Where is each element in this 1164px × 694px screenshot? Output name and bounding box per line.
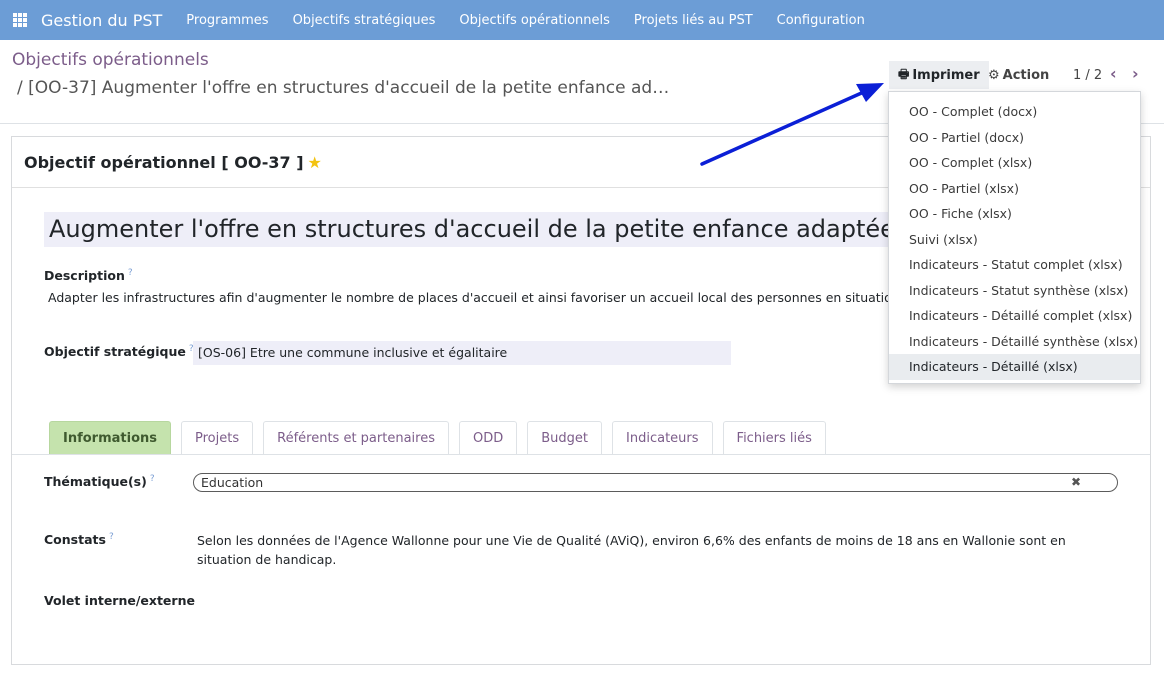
print-item-oo-partiel-docx[interactable]: OO - Partiel (docx) <box>889 125 1140 151</box>
menu-configuration[interactable]: Configuration <box>777 13 865 28</box>
apps-grid-icon[interactable] <box>13 13 27 27</box>
help-icon[interactable]: ? <box>109 532 114 542</box>
print-item-oo-complet-docx[interactable]: OO - Complet (docx) <box>889 99 1140 125</box>
sheet-title: Objectif opérationnel [ OO-37 ] ★ <box>24 153 322 172</box>
help-icon[interactable]: ? <box>150 474 155 484</box>
strategic-label: Objectif stratégique? <box>44 344 194 359</box>
action-button-label: Action <box>1002 67 1050 83</box>
star-icon[interactable]: ★ <box>308 153 322 172</box>
menu-objectifs-strategiques[interactable]: Objectifs stratégiques <box>293 13 436 28</box>
print-item-indicateurs-statut-complet[interactable]: Indicateurs - Statut complet (xlsx) <box>889 252 1140 278</box>
print-item-indicateurs-detaille-synthese[interactable]: Indicateurs - Détaillé synthèse (xlsx) <box>889 329 1140 355</box>
sheet-title-text: Objectif opérationnel [ OO-37 ] <box>24 153 304 172</box>
notebook-tabs: Informations Projets Référents et parten… <box>49 421 836 454</box>
top-navbar: Gestion du PST Programmes Objectifs stra… <box>0 0 1164 40</box>
chevron-right-icon[interactable]: › <box>1132 64 1139 83</box>
menu-programmes[interactable]: Programmes <box>186 13 268 28</box>
constats-label-text: Constats <box>44 532 106 548</box>
printer-icon: 🖶 <box>898 66 910 81</box>
tab-informations[interactable]: Informations <box>49 421 172 454</box>
thematic-label: Thématique(s)? <box>44 474 155 489</box>
constats-label: Constats? <box>44 532 114 547</box>
gear-icon: ⚙ <box>988 67 1000 83</box>
tab-indicateurs[interactable]: Indicateurs <box>612 421 713 454</box>
print-item-indicateurs-detaille-complet[interactable]: Indicateurs - Détaillé complet (xlsx) <box>889 303 1140 329</box>
print-item-indicateurs-detaille[interactable]: Indicateurs - Détaillé (xlsx) <box>889 354 1140 380</box>
app-title[interactable]: Gestion du PST <box>41 11 162 30</box>
tab-odd[interactable]: ODD <box>458 421 518 454</box>
print-item-oo-complet-xlsx[interactable]: OO - Complet (xlsx) <box>889 150 1140 176</box>
volet-label: Volet interne/externe <box>44 593 195 608</box>
help-icon[interactable]: ? <box>128 268 133 278</box>
print-item-suivi-xlsx[interactable]: Suivi (xlsx) <box>889 227 1140 253</box>
menu-objectifs-operationnels[interactable]: Objectifs opérationnels <box>459 13 609 28</box>
tabs-divider <box>12 454 1150 455</box>
tab-referents-partenaires[interactable]: Référents et partenaires <box>263 421 449 454</box>
close-icon[interactable]: ✖ <box>1071 474 1081 491</box>
strategic-objective-field[interactable]: [OS-06] Etre une commune inclusive et ég… <box>193 341 731 365</box>
menu-projets-lies[interactable]: Projets liés au PST <box>634 13 753 28</box>
chevron-left-icon[interactable]: ‹ <box>1110 64 1117 83</box>
description-label-text: Description <box>44 268 125 284</box>
print-button-label: Imprimer <box>912 67 980 83</box>
breadcrumb-parent[interactable]: Objectifs opérationnels <box>12 50 209 70</box>
action-button[interactable]: ⚙ Action <box>982 61 1055 89</box>
print-item-indicateurs-statut-synthese[interactable]: Indicateurs - Statut synthèse (xlsx) <box>889 278 1140 304</box>
name-field[interactable]: Augmenter l'offre en structures d'accuei… <box>44 212 904 247</box>
strategic-label-text: Objectif stratégique <box>44 344 186 360</box>
tab-fichiers-lies[interactable]: Fichiers liés <box>722 421 826 454</box>
thematic-tags-field[interactable]: Education ✖ <box>193 473 1118 492</box>
print-button[interactable]: 🖶 Imprimer <box>889 61 989 89</box>
print-item-oo-fiche-xlsx[interactable]: OO - Fiche (xlsx) <box>889 201 1140 227</box>
tab-budget[interactable]: Budget <box>527 421 603 454</box>
description-label: Description? <box>44 268 133 283</box>
print-item-oo-partiel-xlsx[interactable]: OO - Partiel (xlsx) <box>889 176 1140 202</box>
thematic-label-text: Thématique(s) <box>44 474 147 490</box>
pager-value[interactable]: 1 / 2 <box>1073 68 1102 83</box>
print-dropdown-menu: OO - Complet (docx) OO - Partiel (docx) … <box>888 91 1141 384</box>
breadcrumb-current: / [OO-37] Augmenter l'offre en structure… <box>17 78 677 98</box>
constats-value[interactable]: Selon les données de l'Agence Wallonne p… <box>197 531 1107 569</box>
description-value[interactable]: Adapter les infrastructures afin d'augme… <box>48 290 981 305</box>
tag-education: Education <box>201 475 264 490</box>
tab-projets[interactable]: Projets <box>181 421 254 454</box>
